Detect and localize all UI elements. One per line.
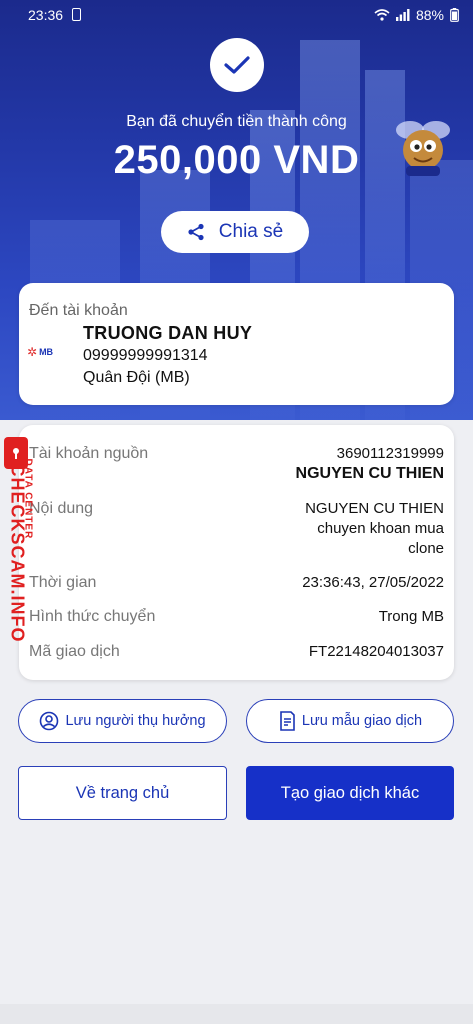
status-bar: 23:36 88%	[0, 0, 473, 30]
new-transaction-label: Tạo giao dịch khác	[280, 783, 420, 802]
bank-logo-text: MB	[39, 347, 54, 357]
checkmark-icon	[224, 56, 250, 74]
method-value: Trong MB	[378, 608, 444, 625]
home-button[interactable]: Về trang chủ	[18, 766, 227, 820]
signal-icon	[395, 9, 410, 21]
source-account-name: NGUYEN CU THIEN	[295, 465, 444, 482]
transfer-amount: 250,000 VND	[113, 138, 360, 182]
document-icon	[280, 711, 295, 731]
success-message: Bạn đã chuyển tiền thành công	[126, 113, 347, 130]
new-transaction-button[interactable]: Tạo giao dịch khác	[246, 766, 454, 820]
source-account-label: Tài khoản nguồn	[29, 445, 149, 462]
recipient-name: TRUONG DAN HUY	[83, 323, 253, 343]
battery-charging-icon	[72, 8, 81, 21]
home-button-label: Về trang chủ	[75, 783, 170, 802]
save-beneficiary-button[interactable]: Lưu người thụ hưởng	[18, 699, 227, 743]
share-button-label: Chia sẻ	[218, 221, 284, 242]
recipient-label: Đến tài khoản	[29, 302, 128, 319]
success-check-badge	[210, 38, 264, 92]
save-template-label: Lưu mẫu giao dịch	[301, 713, 423, 729]
battery-icon	[450, 8, 459, 22]
method-label: Hình thức chuyển	[29, 608, 156, 625]
transaction-id-value: FT22148204013037	[308, 643, 444, 660]
share-button[interactable]: Chia sẻ	[161, 211, 309, 253]
status-time: 23:36	[28, 7, 64, 23]
status-right: 88%	[374, 7, 459, 23]
save-template-button[interactable]: Lưu mẫu giao dịch	[246, 699, 454, 743]
system-navigation-bar	[0, 1004, 473, 1024]
share-icon	[188, 223, 204, 241]
watermark-overlay: DATA CENTER CHECKSCAM.INFO	[0, 437, 46, 667]
user-circle-icon	[40, 711, 59, 731]
content-line-1: NGUYEN CU THIEN	[305, 500, 444, 517]
save-beneficiary-label: Lưu người thụ hưởng	[65, 713, 206, 729]
recipient-card: Đến tài khoản ✲ MB TRUONG DAN HUY 099999…	[19, 283, 454, 405]
mb-bank-logo: ✲ MB	[27, 345, 53, 359]
recipient-account-number: 09999999991314	[83, 347, 208, 364]
source-account-number: 3690112319999	[336, 445, 444, 462]
star-icon: ✲	[27, 345, 38, 359]
content-line-2: chuyen khoan mua	[317, 520, 444, 537]
watermark-text: CHECKSCAM.INFO	[7, 463, 28, 643]
content-line-3: clone	[408, 540, 444, 557]
recipient-bank-name: Quân Đội (MB)	[83, 369, 190, 386]
time-value: 23:36:43, 27/05/2022	[302, 574, 444, 591]
transaction-details-card: Tài khoản nguồn 3690112319999 NGUYEN CU …	[19, 425, 454, 680]
battery-level: 88%	[415, 7, 444, 23]
wifi-icon	[374, 9, 390, 21]
